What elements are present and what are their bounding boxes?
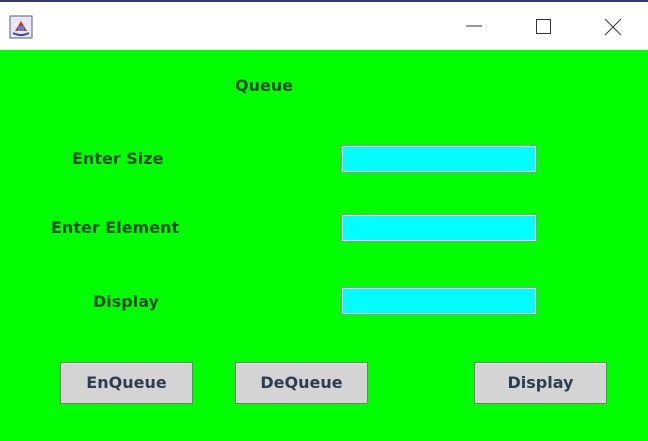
form-title: Queue [235, 76, 294, 95]
display-button[interactable]: Display [474, 362, 607, 404]
java-coffee-cup-icon [9, 15, 33, 39]
title-bar[interactable] [0, 2, 648, 50]
minimize-button[interactable] [450, 2, 496, 50]
maximize-icon [536, 19, 551, 34]
maximize-button[interactable] [520, 2, 566, 50]
close-icon [604, 18, 622, 36]
queue-form-panel: Queue Enter Size Enter Element Display E… [0, 50, 648, 441]
display-label: Display [93, 292, 159, 311]
enqueue-button[interactable]: EnQueue [60, 362, 193, 404]
minimize-icon [466, 25, 482, 27]
size-label: Enter Size [72, 149, 164, 168]
display-output-field[interactable] [341, 287, 537, 315]
dequeue-button[interactable]: DeQueue [235, 362, 368, 404]
element-label: Enter Element [51, 218, 180, 237]
size-input[interactable] [341, 145, 537, 173]
close-button[interactable] [590, 2, 636, 50]
app-window: Queue Enter Size Enter Element Display E… [0, 0, 648, 441]
element-input[interactable] [341, 214, 537, 242]
